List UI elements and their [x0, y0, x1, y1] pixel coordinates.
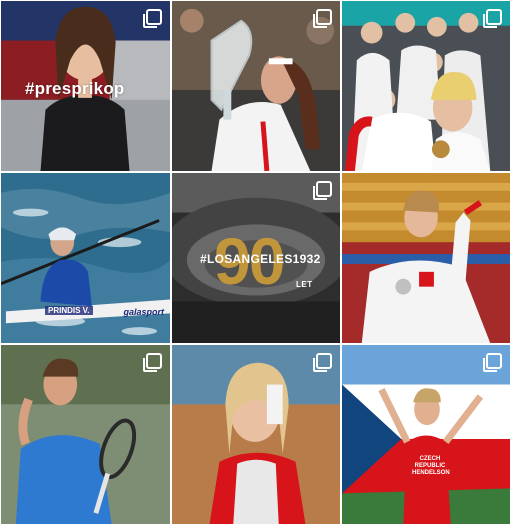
- post-tile-4[interactable]: PRINDIS V. galasport: [0, 172, 171, 344]
- boat-name-label: PRINDIS V.: [45, 306, 93, 315]
- anniversary-unit: LET: [296, 280, 313, 289]
- post-tile-9[interactable]: CZECH REPUBLIC HENDELSON: [341, 344, 511, 525]
- carousel-icon: [483, 353, 502, 372]
- post-image-6: [342, 173, 510, 343]
- carousel-icon: [313, 181, 332, 200]
- post-tile-7[interactable]: [0, 344, 171, 525]
- carousel-icon: [483, 9, 502, 28]
- post-tile-2[interactable]: [171, 0, 341, 172]
- post-hashtag-losangeles1932: #LOSANGELES1932: [200, 252, 321, 266]
- post-tile-8[interactable]: [171, 344, 341, 525]
- post-tile-1[interactable]: #presprikop: [0, 0, 171, 172]
- post-image-4: [1, 173, 170, 343]
- race-bib: CZECH REPUBLIC HENDELSON: [412, 456, 450, 476]
- carousel-icon: [143, 353, 162, 372]
- post-hashtag-presprikop: #presprikop: [25, 79, 125, 98]
- carousel-icon: [313, 353, 332, 372]
- post-tile-3[interactable]: [341, 0, 511, 172]
- post-tile-6[interactable]: [341, 172, 511, 344]
- profile-post-grid: #presprikop PRINDIS V. galasport 90 #LOS…: [0, 0, 511, 525]
- post-tile-5[interactable]: 90 #LOSANGELES1932 LET: [171, 172, 341, 344]
- carousel-icon: [313, 9, 332, 28]
- carousel-icon: [143, 9, 162, 28]
- boat-brand-label: galasport: [123, 307, 164, 317]
